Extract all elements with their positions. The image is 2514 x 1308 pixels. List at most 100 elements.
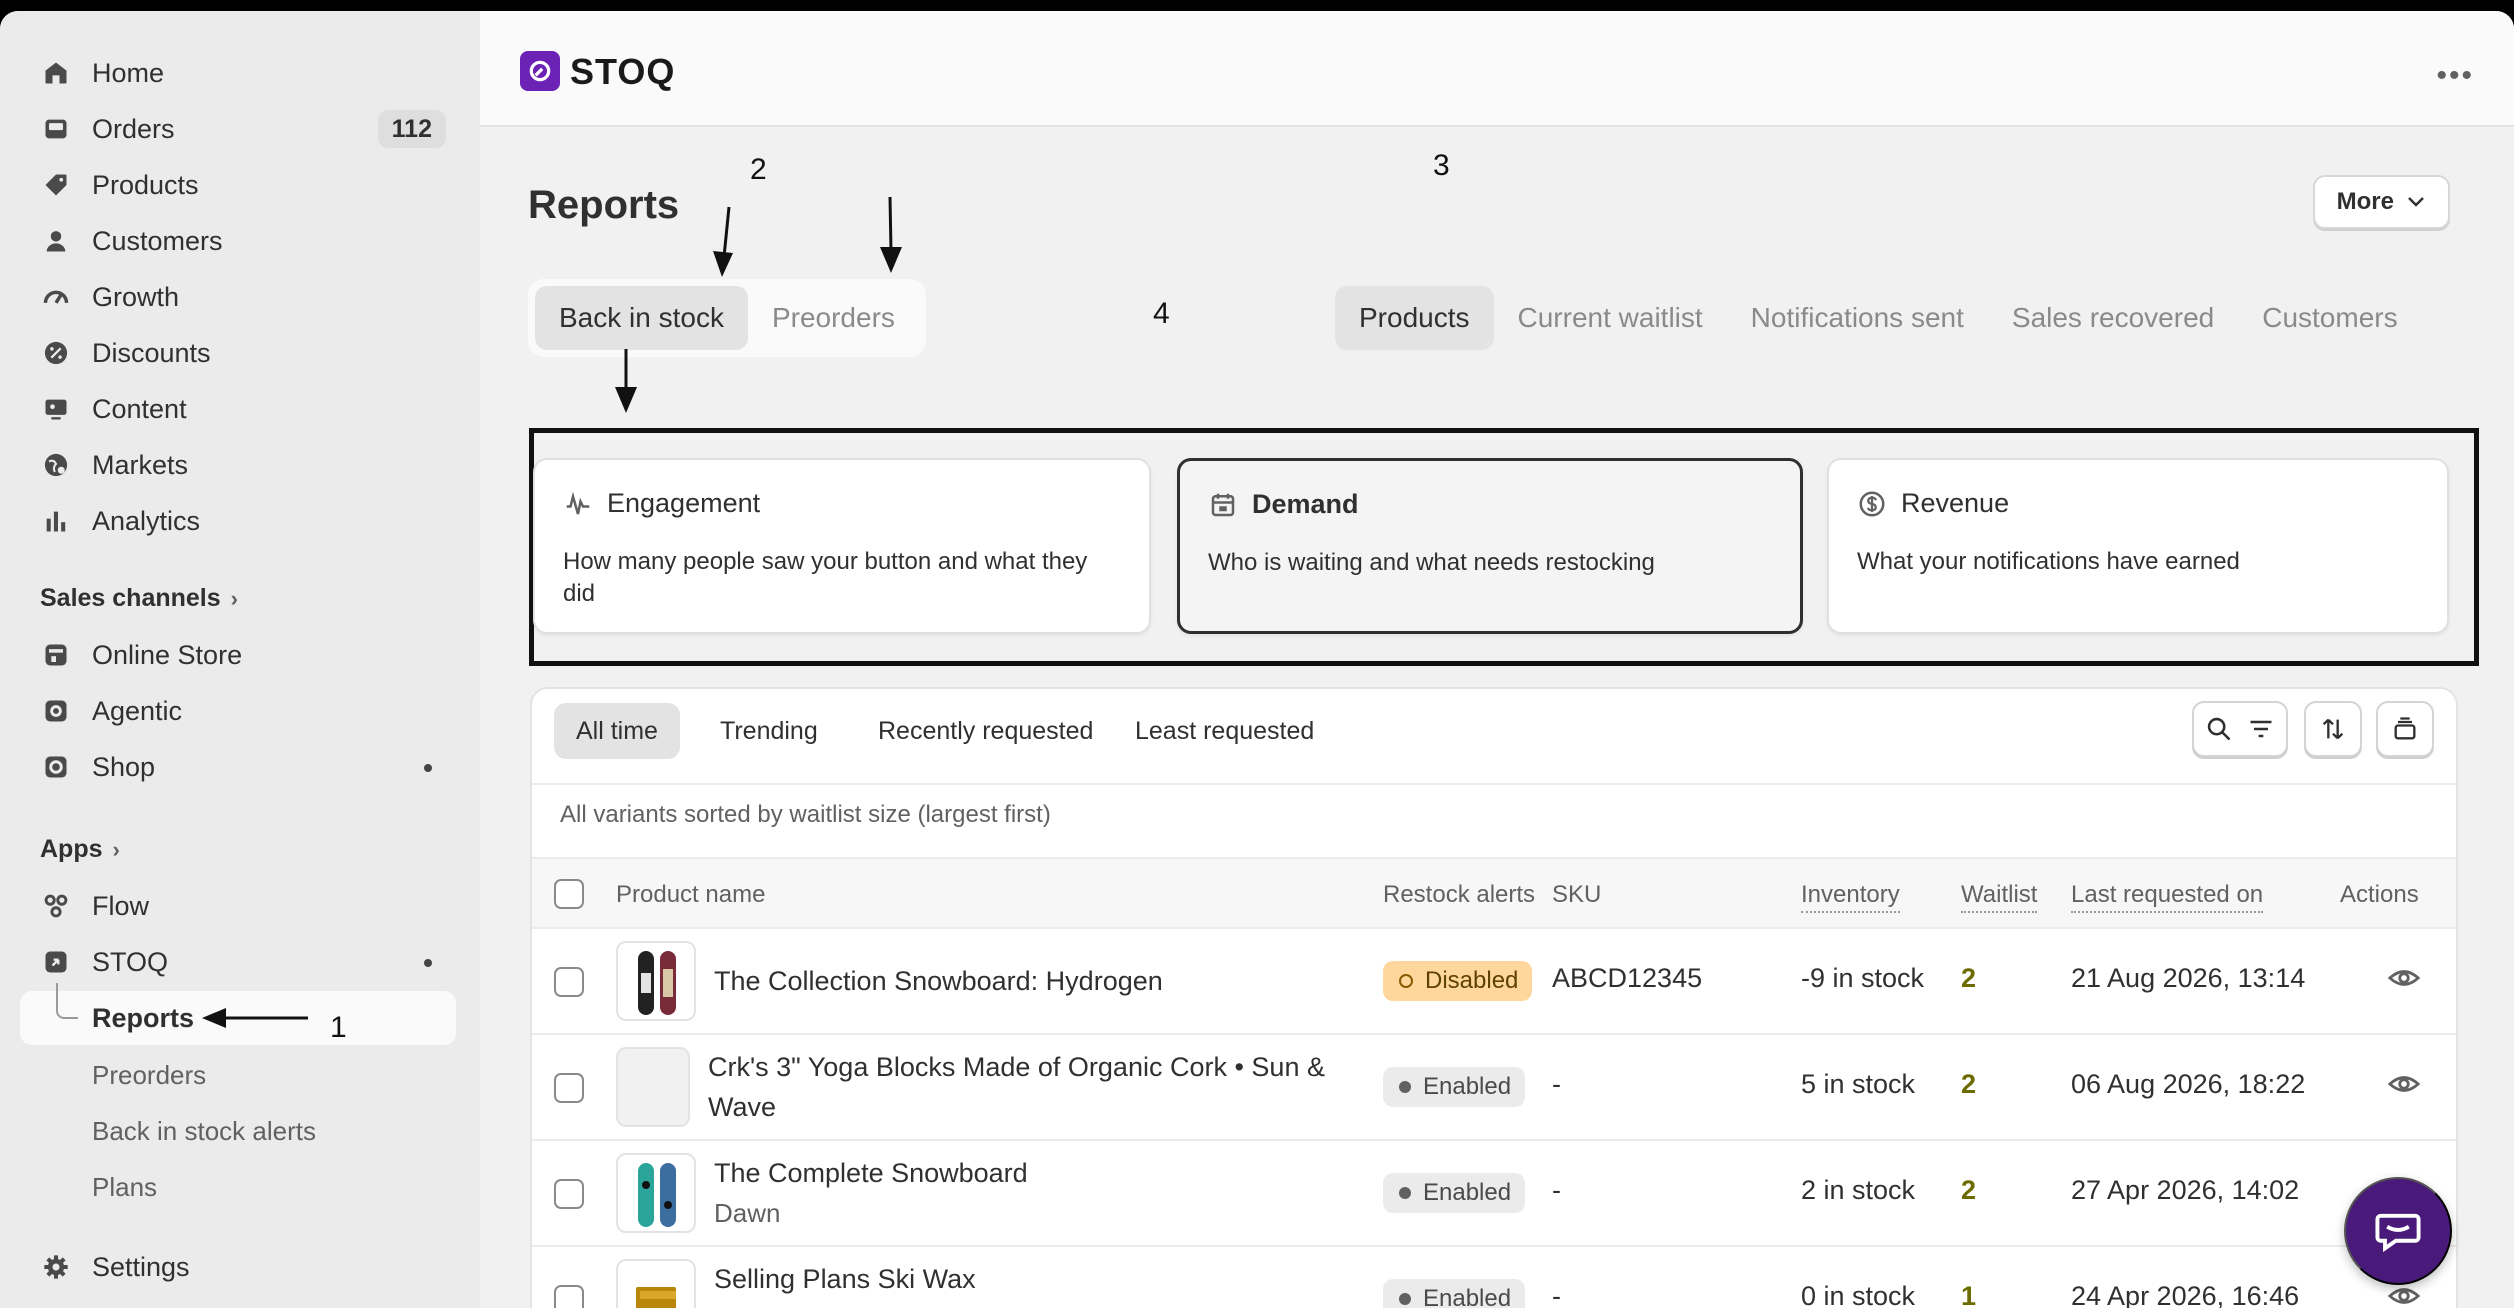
filter-least-requested[interactable]: Least requested: [1113, 703, 1336, 759]
chat-support-button[interactable]: [2344, 1177, 2452, 1285]
column-sku[interactable]: SKU: [1552, 881, 1601, 909]
status-badge: Enabled: [1383, 1067, 1526, 1107]
column-last-requested[interactable]: Last requested on: [2071, 881, 2264, 913]
more-actions-icon[interactable]: •••: [2436, 59, 2474, 93]
row-checkbox[interactable]: [554, 1073, 584, 1103]
status-dot: [424, 764, 432, 772]
eye-icon[interactable]: [2387, 1067, 2421, 1101]
sku-value: -: [1552, 1069, 1561, 1099]
tab-notifications-sent[interactable]: Notifications sent: [1727, 286, 1988, 350]
sidebar-item-orders[interactable]: Orders 112: [20, 102, 456, 156]
app-window: Home Orders 112 Products Customers Growt…: [0, 11, 2514, 1308]
last-requested-value: 24 Apr 2026, 16:46: [2071, 1281, 2300, 1308]
sidebar-item-flow[interactable]: Flow: [20, 879, 456, 933]
dot-icon: [1399, 1081, 1411, 1093]
tab-current-waitlist[interactable]: Current waitlist: [1494, 286, 1727, 350]
card-revenue[interactable]: Revenue What your notifications have ear…: [1827, 458, 2449, 634]
column-waitlist[interactable]: Waitlist: [1961, 881, 2038, 913]
store-icon: [40, 639, 72, 671]
sidebar-item-label: Online Store: [92, 639, 243, 670]
card-demand[interactable]: Demand Who is waiting and what needs res…: [1177, 458, 1803, 634]
column-restock-alerts[interactable]: Restock alerts: [1383, 881, 1535, 909]
sidebar-item-customers[interactable]: Customers: [20, 214, 456, 268]
filter-trending[interactable]: Trending: [698, 703, 840, 759]
sidebar-item-plans[interactable]: Plans: [92, 1172, 157, 1203]
sort-button[interactable]: [2304, 701, 2362, 757]
gear-icon: [40, 1251, 72, 1283]
sales-channels-header[interactable]: Sales channels ›: [40, 584, 238, 613]
tab-sales-recovered[interactable]: Sales recovered: [1988, 286, 2238, 350]
sidebar-item-content[interactable]: Content: [20, 382, 456, 436]
waitlist-value: 2: [1961, 1175, 1977, 1205]
card-title: Revenue: [1901, 488, 2010, 518]
status-dot: [424, 959, 432, 967]
sidebar-item-shop[interactable]: Shop: [20, 740, 456, 794]
product-name-link[interactable]: The Complete Snowboard Dawn: [714, 1153, 1364, 1233]
tab-back-in-stock[interactable]: Back in stock: [535, 286, 748, 350]
chevron-down-icon: [2408, 197, 2424, 207]
annotation-arrow-2: [713, 206, 733, 277]
card-description: Who is waiting and what needs restocking: [1208, 549, 1655, 576]
sidebar-item-label: Content: [92, 393, 187, 424]
table-row[interactable]: Crk's 3" Yoga Blocks Made of Organic Cor…: [532, 1035, 2456, 1141]
annotation-arrow-4: [615, 349, 637, 413]
table-row[interactable]: Selling Plans Ski Wax Sample Selling Pla…: [532, 1247, 2456, 1308]
apps-header[interactable]: Apps ›: [40, 835, 120, 864]
columns-button[interactable]: [2376, 701, 2434, 757]
select-all-checkbox[interactable]: [554, 879, 584, 909]
filter-all-time[interactable]: All time: [554, 703, 680, 759]
sidebar-item-discounts[interactable]: Discounts: [20, 326, 456, 380]
table-row[interactable]: The Complete Snowboard Dawn Enabled - 2 …: [532, 1141, 2456, 1247]
sidebar-item-growth[interactable]: Growth: [20, 270, 456, 324]
more-button-label: More: [2336, 188, 2394, 215]
status-badge: Enabled: [1383, 1279, 1526, 1308]
product-title: Selling Plans Ski Wax: [714, 1264, 976, 1294]
sidebar-item-products[interactable]: Products: [20, 158, 456, 212]
tab-products[interactable]: Products: [1335, 286, 1494, 350]
eye-icon[interactable]: [2387, 961, 2421, 995]
product-title: The Complete Snowboard: [714, 1158, 1028, 1188]
product-thumbnail: [616, 1259, 696, 1308]
product-thumbnail: [616, 941, 696, 1021]
sidebar-item-label: Settings: [92, 1251, 190, 1282]
gauge-icon: [40, 281, 72, 313]
sidebar-item-markets[interactable]: Markets: [20, 438, 456, 492]
filter-recently-requested[interactable]: Recently requested: [856, 703, 1115, 759]
sidebar-item-label: Home: [92, 57, 165, 88]
tab-preorders[interactable]: Preorders: [748, 286, 919, 350]
column-inventory[interactable]: Inventory: [1801, 881, 1900, 913]
row-checkbox[interactable]: [554, 967, 584, 997]
annotation-arrow-1: [202, 1008, 308, 1028]
bar-chart-icon: [40, 505, 72, 537]
stoq-logo-icon: [520, 51, 560, 91]
product-name-link[interactable]: Crk's 3" Yoga Blocks Made of Organic Cor…: [708, 1047, 1358, 1127]
inventory-value: -9 in stock: [1801, 963, 1925, 993]
app-topbar: STOQ •••: [480, 11, 2514, 127]
product-name-link[interactable]: Selling Plans Ski Wax Sample Selling Pla…: [714, 1259, 1364, 1308]
sidebar-item-analytics[interactable]: Analytics: [20, 494, 456, 548]
home-icon: [40, 57, 72, 89]
apps-label: Apps: [40, 835, 103, 863]
sidebar-item-agentic[interactable]: Agentic: [20, 684, 456, 738]
product-thumbnail: [616, 1153, 696, 1233]
sidebar-item-preorders[interactable]: Preorders: [92, 1060, 206, 1091]
status-badge: Enabled: [1383, 1173, 1526, 1213]
shop-icon: [40, 751, 72, 783]
column-product-name[interactable]: Product name: [616, 881, 765, 909]
sidebar-item-settings[interactable]: Settings: [20, 1240, 456, 1294]
row-checkbox[interactable]: [554, 1285, 584, 1308]
product-name-link[interactable]: The Collection Snowboard: Hydrogen: [714, 961, 1364, 1001]
sidebar-item-back-in-stock-alerts[interactable]: Back in stock alerts: [92, 1116, 316, 1147]
last-requested-value: 06 Aug 2026, 18:22: [2071, 1069, 2306, 1099]
column-actions: Actions: [2340, 881, 2419, 908]
sidebar-item-online-store[interactable]: Online Store: [20, 628, 456, 682]
search-filter-button[interactable]: [2192, 701, 2288, 757]
page-title: Reports: [528, 183, 680, 227]
more-button[interactable]: More: [2312, 175, 2450, 229]
card-engagement[interactable]: Engagement How many people saw your butt…: [533, 458, 1151, 634]
table-row[interactable]: The Collection Snowboard: Hydrogen Disab…: [532, 929, 2456, 1035]
row-checkbox[interactable]: [554, 1179, 584, 1209]
sidebar-item-home[interactable]: Home: [20, 46, 456, 100]
tab-customers[interactable]: Customers: [2238, 286, 2421, 350]
sidebar-item-stoq[interactable]: STOQ: [20, 935, 456, 989]
